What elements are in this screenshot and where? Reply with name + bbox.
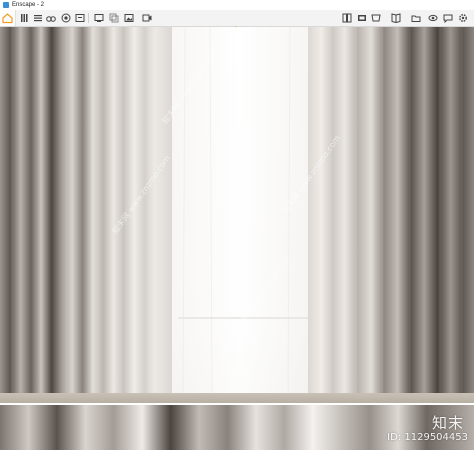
asset-library-button[interactable]	[342, 13, 352, 23]
binoculars-icon	[46, 16, 56, 22]
enscape-app-icon	[3, 2, 9, 8]
texture-preview-strip	[0, 405, 474, 450]
id-watermark: ID: 1129504453	[387, 432, 468, 443]
site-logo-watermark: 知末	[431, 414, 464, 432]
visual-settings-icon	[428, 14, 438, 22]
render-viewport[interactable]	[0, 27, 474, 403]
layers-icon	[21, 14, 28, 22]
camera-capture-icon	[61, 13, 71, 23]
panorama-icon	[358, 15, 366, 21]
panorama-button[interactable]	[357, 13, 367, 23]
camera-capture-button[interactable]	[61, 13, 71, 23]
feedback-icon	[443, 14, 453, 23]
batch-render-button[interactable]	[109, 13, 119, 23]
image-export-dropdown[interactable]	[133, 17, 139, 32]
list-button[interactable]	[33, 13, 43, 23]
book-button[interactable]	[391, 13, 401, 23]
material-editor-icon	[371, 14, 381, 22]
video-export-icon	[142, 14, 152, 22]
settings-button[interactable]	[458, 13, 468, 23]
list-icon	[34, 15, 42, 22]
collapse-toolbar-button[interactable]	[232, 16, 240, 31]
video-export-dropdown[interactable]	[152, 17, 158, 32]
title-bar: Enscape - 2	[0, 0, 474, 10]
home-icon	[2, 13, 13, 24]
image-export-button[interactable]	[124, 13, 134, 23]
material-editor-button[interactable]	[371, 13, 381, 23]
video-export-button[interactable]	[142, 13, 152, 23]
material-editor-dropdown[interactable]	[380, 17, 386, 32]
archive-button[interactable]	[75, 13, 85, 23]
open-folder-icon	[411, 15, 421, 22]
binoculars-button[interactable]	[46, 13, 56, 23]
window-title: Enscape - 2	[12, 2, 45, 8]
enscape-toolbar	[0, 10, 474, 32]
archive-icon	[75, 14, 85, 22]
toolbar-separator	[88, 13, 89, 23]
book-icon	[391, 13, 401, 23]
image-export-icon	[124, 14, 134, 22]
monitor-icon	[94, 14, 104, 22]
visual-settings-button[interactable]	[428, 13, 438, 23]
curtain-texture-preview	[0, 405, 474, 450]
settings-icon	[459, 14, 467, 22]
monitor-button[interactable]	[94, 13, 104, 23]
home-button[interactable]	[0, 10, 16, 26]
asset-library-icon	[342, 13, 352, 23]
strip-divider	[0, 403, 474, 405]
layers-button[interactable]	[19, 13, 29, 23]
curtain-render	[0, 27, 474, 403]
open-folder-button[interactable]	[411, 13, 421, 23]
feedback-button[interactable]	[443, 13, 453, 23]
batch-render-icon	[109, 13, 119, 23]
